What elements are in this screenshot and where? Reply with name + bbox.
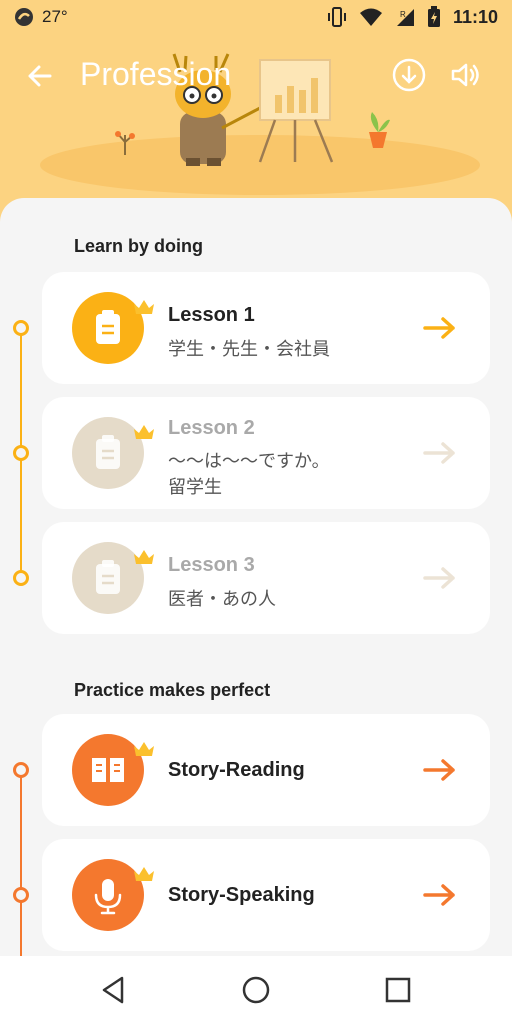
arrow-right-icon (423, 884, 455, 906)
temperature: 27° (42, 7, 68, 26)
crown-icon (134, 425, 154, 439)
battery-icon (427, 6, 440, 27)
section-title-learn: Learn by doing (74, 236, 204, 256)
timeline-line-practice (20, 770, 22, 956)
story-reading-card[interactable]: Story-Reading (42, 714, 490, 826)
lesson-card-2[interactable]: Lesson 2 ～～は～～ですか。 留学生 (42, 397, 490, 509)
lesson-title: Lesson 1 (168, 304, 255, 326)
app-notification-icon (15, 8, 33, 26)
lesson-card-3[interactable]: Lesson 3 医者・あの人 (42, 522, 490, 634)
lesson-title: Lesson 2 (168, 417, 255, 439)
plant-left-icon (115, 131, 135, 155)
crown-icon (134, 300, 154, 314)
system-nav-bar (0, 956, 512, 1024)
status-bar: 27° R 11:10 (0, 0, 512, 36)
timeline-dot (13, 570, 29, 586)
story-reading-title: Story-Reading (168, 759, 305, 781)
arrow-right-icon (423, 442, 455, 464)
lesson-subtitle: 医者・あの人 (168, 589, 276, 609)
story-speaking-card[interactable]: Story-Speaking (42, 839, 490, 951)
nav-home-icon[interactable] (240, 974, 272, 1006)
lesson-subtitle-line1: ～～は～～ですか。 (168, 451, 330, 471)
svg-text:R: R (400, 10, 406, 19)
download-icon[interactable] (392, 58, 426, 92)
clock: 11:10 (452, 6, 498, 27)
toolbar: Profession (0, 52, 512, 100)
page-title: Profession (80, 56, 232, 92)
lesson-card-1[interactable]: Lesson 1 学生・先生・会社員 (42, 272, 490, 384)
crown-icon (134, 742, 154, 756)
nav-recents-icon[interactable] (382, 974, 414, 1006)
timeline-dot (13, 320, 29, 336)
section-title-practice: Practice makes perfect (74, 680, 271, 700)
signal-icon: R (396, 9, 414, 26)
arrow-right-icon (423, 759, 455, 781)
timeline-dot (13, 887, 29, 903)
vibrate-icon (327, 7, 346, 27)
potted-plant-icon (369, 112, 390, 148)
arrow-right-icon (423, 567, 455, 589)
crown-icon (134, 550, 154, 564)
wifi-icon (359, 8, 382, 26)
back-arrow-icon[interactable] (22, 58, 58, 94)
speaker-icon[interactable] (448, 58, 482, 92)
lesson-subtitle: 学生・先生・会社員 (168, 339, 330, 359)
crown-icon (134, 867, 154, 881)
lesson-subtitle-line2: 留学生 (168, 477, 222, 497)
nav-back-icon[interactable] (98, 974, 130, 1006)
arrow-right-icon (423, 317, 455, 339)
timeline-dot (13, 445, 29, 461)
lesson-title: Lesson 3 (168, 554, 255, 576)
story-speaking-title: Story-Speaking (168, 884, 315, 906)
timeline-dot (13, 762, 29, 778)
